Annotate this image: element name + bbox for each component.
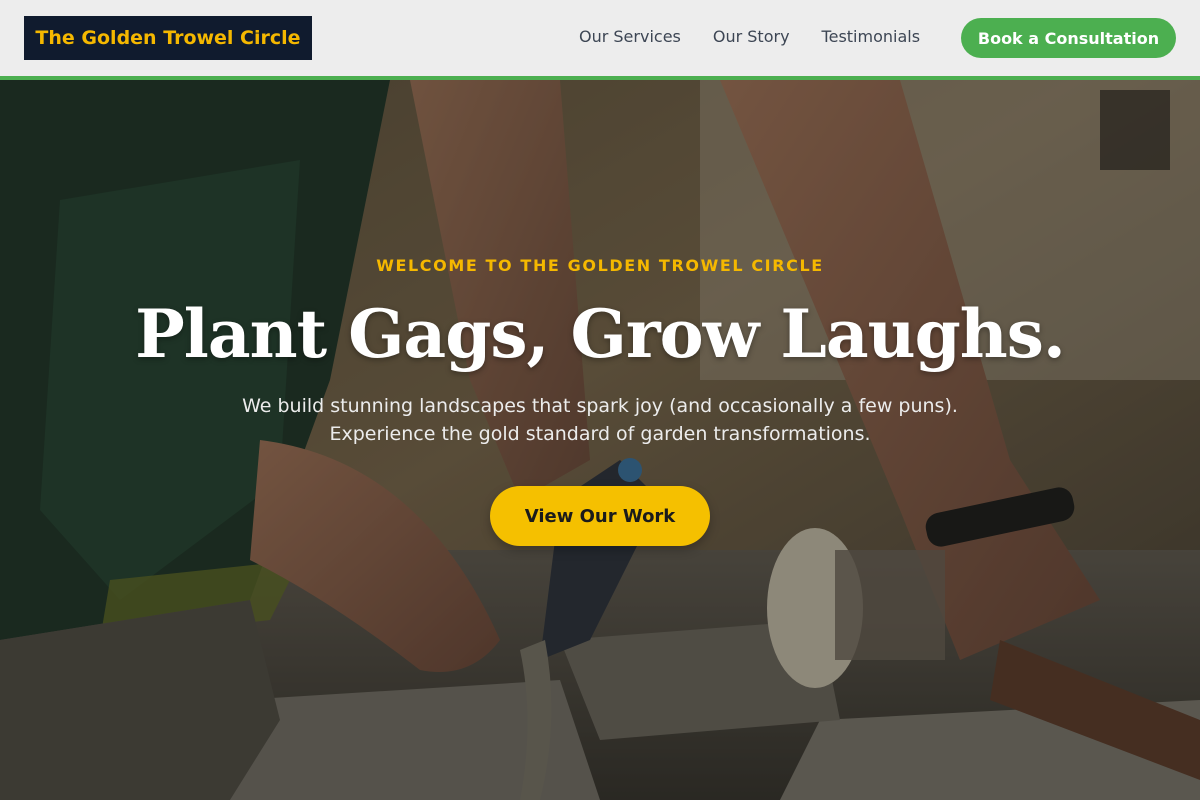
view-our-work-button[interactable]: View Our Work [490, 486, 710, 546]
logo-text: The Golden Trowel Circle [35, 27, 301, 49]
hero-subtitle-line-1: We build stunning landscapes that spark … [242, 395, 958, 417]
book-consultation-button[interactable]: Book a Consultation [961, 18, 1176, 58]
nav-link-testimonials[interactable]: Testimonials [822, 27, 921, 46]
main-nav: Our Services Our Story Testimonials [579, 27, 920, 46]
site-header: The Golden Trowel Circle Our Services Ou… [0, 0, 1200, 80]
hero-eyebrow: WELCOME TO THE GOLDEN TROWEL CIRCLE [376, 256, 824, 275]
nav-link-our-services[interactable]: Our Services [579, 27, 681, 46]
nav-link-our-story[interactable]: Our Story [713, 27, 790, 46]
hero-headline: Plant Gags, Grow Laughs. [135, 295, 1066, 373]
hero-section: WELCOME TO THE GOLDEN TROWEL CIRCLE Plan… [0, 80, 1200, 800]
site-logo[interactable]: The Golden Trowel Circle [24, 16, 312, 60]
hero-subtitle-line-2: Experience the gold standard of garden t… [329, 423, 871, 445]
hero-subtitle: We build stunning landscapes that spark … [0, 392, 1200, 448]
